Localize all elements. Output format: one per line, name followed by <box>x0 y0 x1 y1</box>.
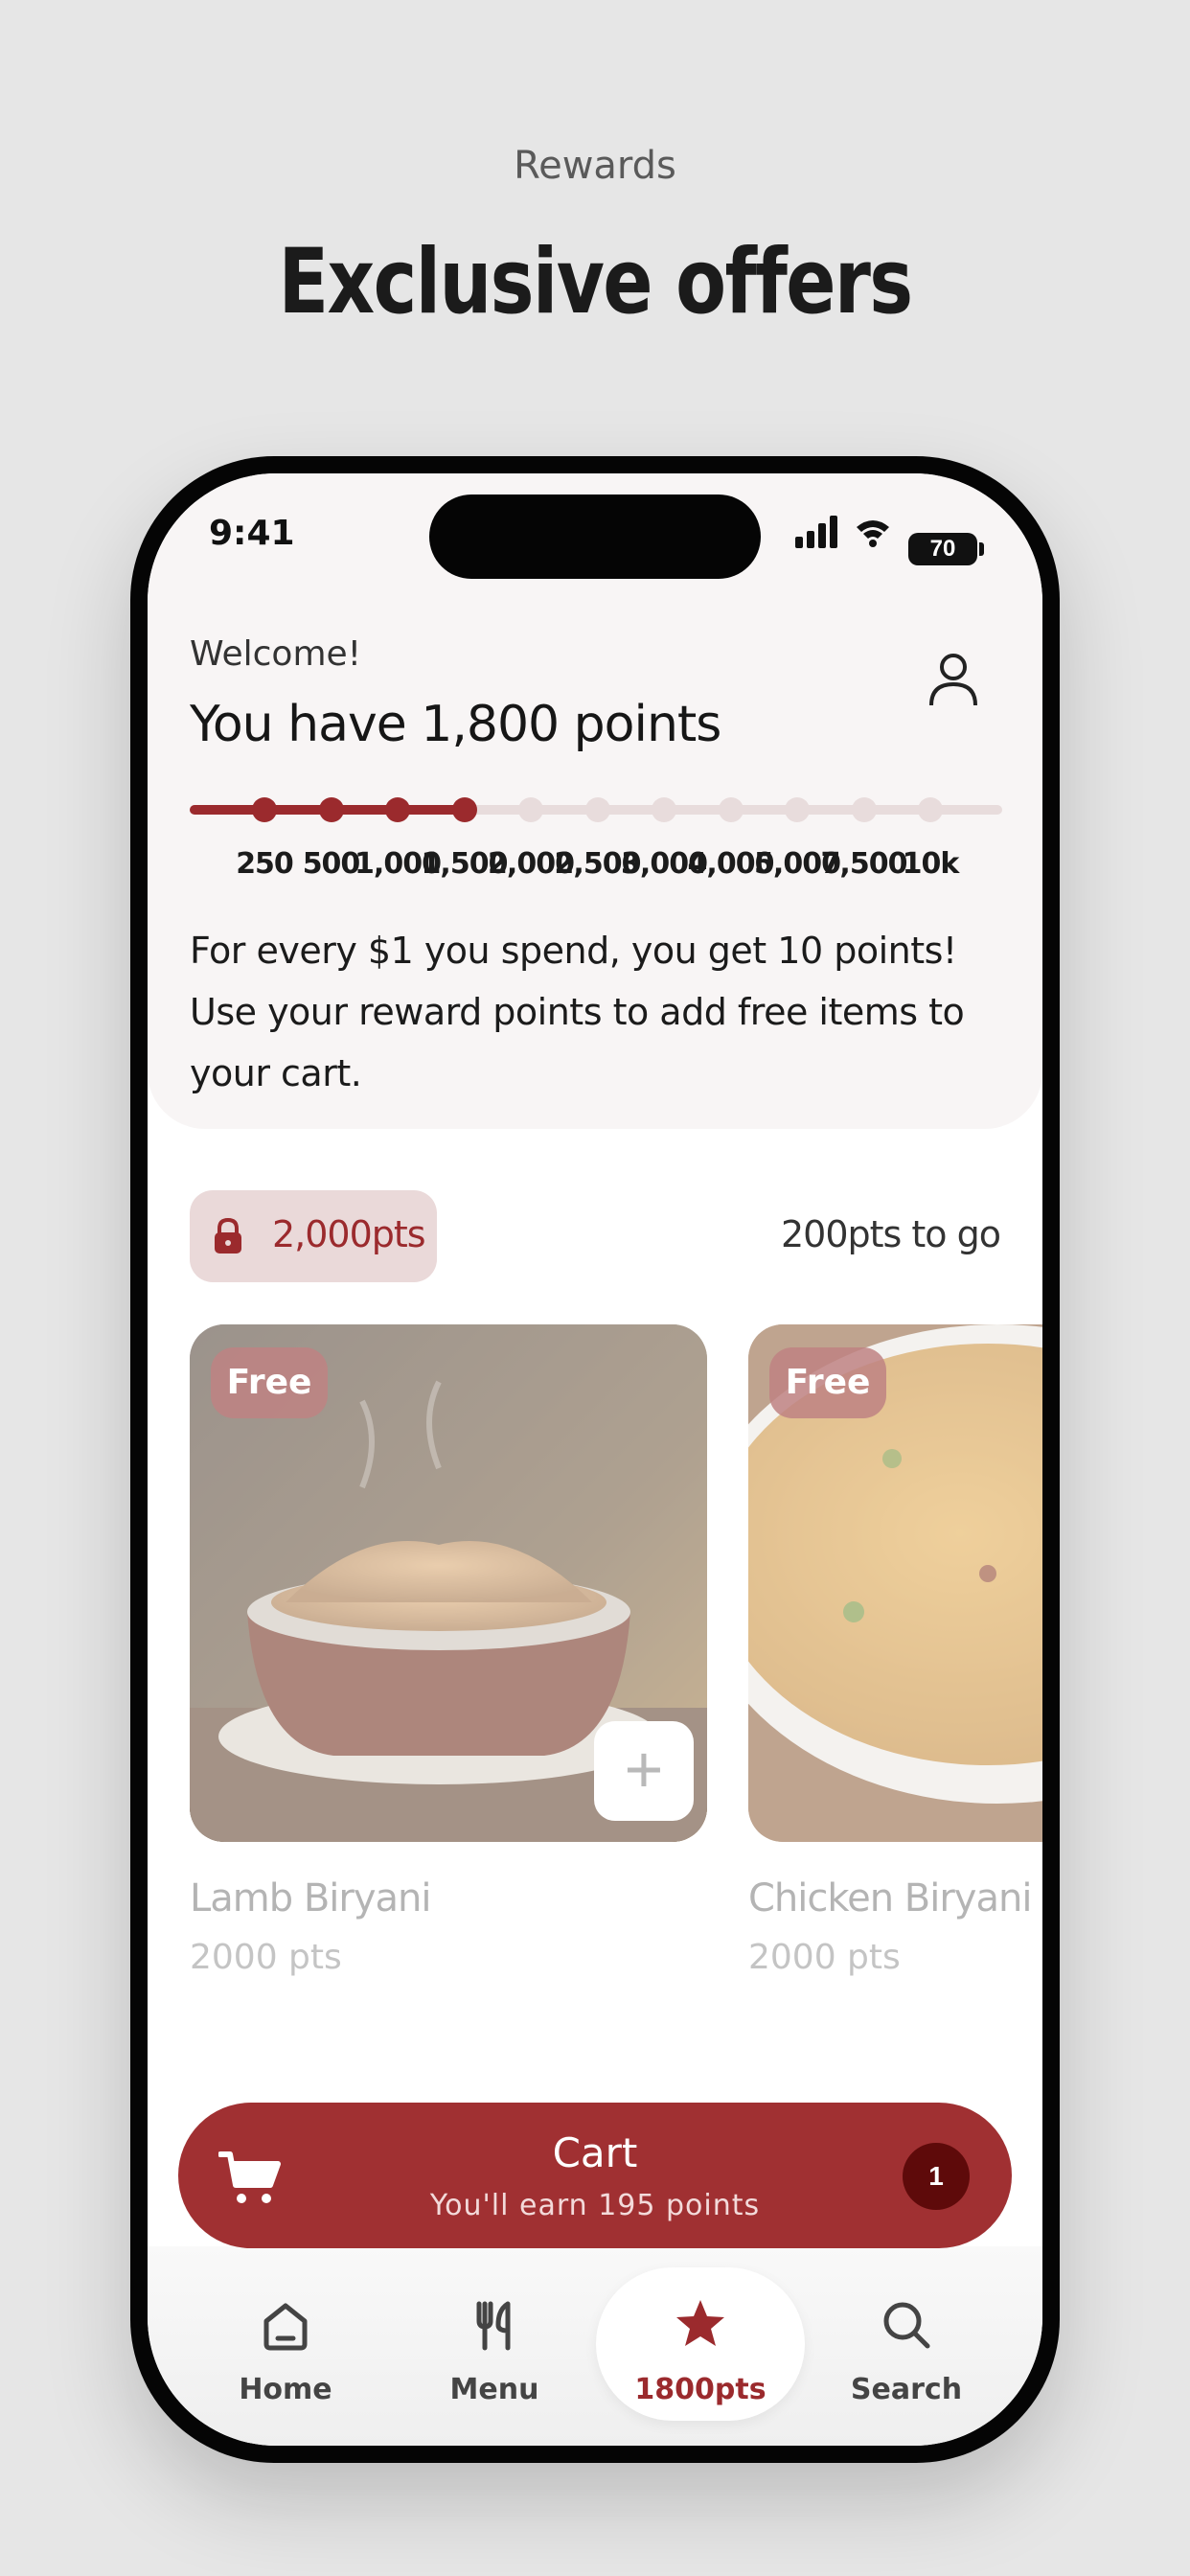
tab-label: Menu <box>449 2373 539 2406</box>
profile-icon[interactable] <box>920 646 987 713</box>
progress-dot <box>718 797 744 822</box>
star-icon <box>676 2300 724 2346</box>
cart-title: Cart <box>552 2129 638 2176</box>
progress-dot <box>385 797 410 822</box>
lamb-biryani-image: Free + <box>190 1324 707 1842</box>
progress-dot <box>518 797 543 822</box>
header-title: Exclusive offers <box>278 230 914 334</box>
progress-tier-label: 500 <box>302 847 361 881</box>
progress-dot <box>584 797 610 822</box>
tab-home[interactable]: Home <box>190 2267 381 2421</box>
home-icon <box>263 2303 308 2351</box>
tab-menu[interactable]: Menu <box>399 2267 590 2421</box>
points-title: You have 1,800 points <box>190 696 721 753</box>
free-tag: Free <box>769 1347 886 1418</box>
dynamic-island <box>429 494 761 579</box>
reward-item-card[interactable]: Free Chicken Biryani 2000 pts <box>748 1324 1042 1977</box>
battery-icon: 70 <box>908 533 977 565</box>
welcome-text: Welcome! <box>190 634 362 674</box>
points-to-go: 200pts to go <box>780 1213 1001 1255</box>
phone-screen: 9:41 70 Welcome! You have 1,800 points 2… <box>148 473 1042 2446</box>
search-icon <box>883 2302 930 2349</box>
progress-dot <box>851 797 877 822</box>
progress-dot <box>318 797 344 822</box>
tab-label: 1800pts <box>634 2373 767 2406</box>
item-points: 2000 pts <box>190 1938 342 1977</box>
add-button[interactable]: + <box>594 1721 694 1821</box>
header-eyebrow: Rewards <box>514 144 676 188</box>
tab-label: Home <box>239 2373 332 2406</box>
cart-button[interactable]: Cart You'll earn 195 points 1 <box>178 2103 1012 2248</box>
progress-dot <box>451 797 477 822</box>
tab-bar: Home Menu 1800pts Search <box>148 2267 1042 2446</box>
free-tag: Free <box>211 1347 328 1418</box>
tab-label: Search <box>850 2373 963 2406</box>
progress-tier-label: 7,500 <box>820 847 908 881</box>
signal-icon <box>795 516 837 548</box>
battery-tip <box>979 542 984 556</box>
item-name: Chicken Biryani <box>748 1876 1032 1920</box>
earn-description: For every $1 you spend, you get 10 point… <box>190 930 965 1094</box>
reward-item-card[interactable]: Free + Lamb Biryani 2000 pts <box>190 1324 707 1977</box>
item-points: 2000 pts <box>748 1938 901 1977</box>
utensils-icon <box>476 2301 511 2351</box>
progress-tier-label: 10k <box>902 847 960 881</box>
item-name: Lamb Biryani <box>190 1876 432 1920</box>
tab-points[interactable]: 1800pts <box>596 2267 805 2421</box>
status-time: 9:41 <box>209 514 295 553</box>
progress-dot <box>918 797 943 822</box>
progress-dot <box>652 797 676 822</box>
tab-search[interactable]: Search <box>811 2267 1002 2421</box>
wifi-icon <box>857 520 889 547</box>
cart-count-badge: 1 <box>903 2143 970 2210</box>
progress-dot <box>785 797 810 822</box>
lock-icon <box>215 1217 241 1254</box>
chicken-biryani-image: Free <box>748 1324 1042 1842</box>
cart-subtitle: You'll earn 195 points <box>429 2189 761 2222</box>
progress-dot <box>252 797 277 822</box>
tier-badge: 2,000pts <box>190 1190 437 1282</box>
tier-badge-label: 2,000pts <box>272 1213 426 1255</box>
points-progress: 250 500 1,000 1,500 2,000 2,500 3,000 4,000 5,00… <box>190 790 1002 886</box>
progress-tier-label: 250 <box>236 847 294 881</box>
